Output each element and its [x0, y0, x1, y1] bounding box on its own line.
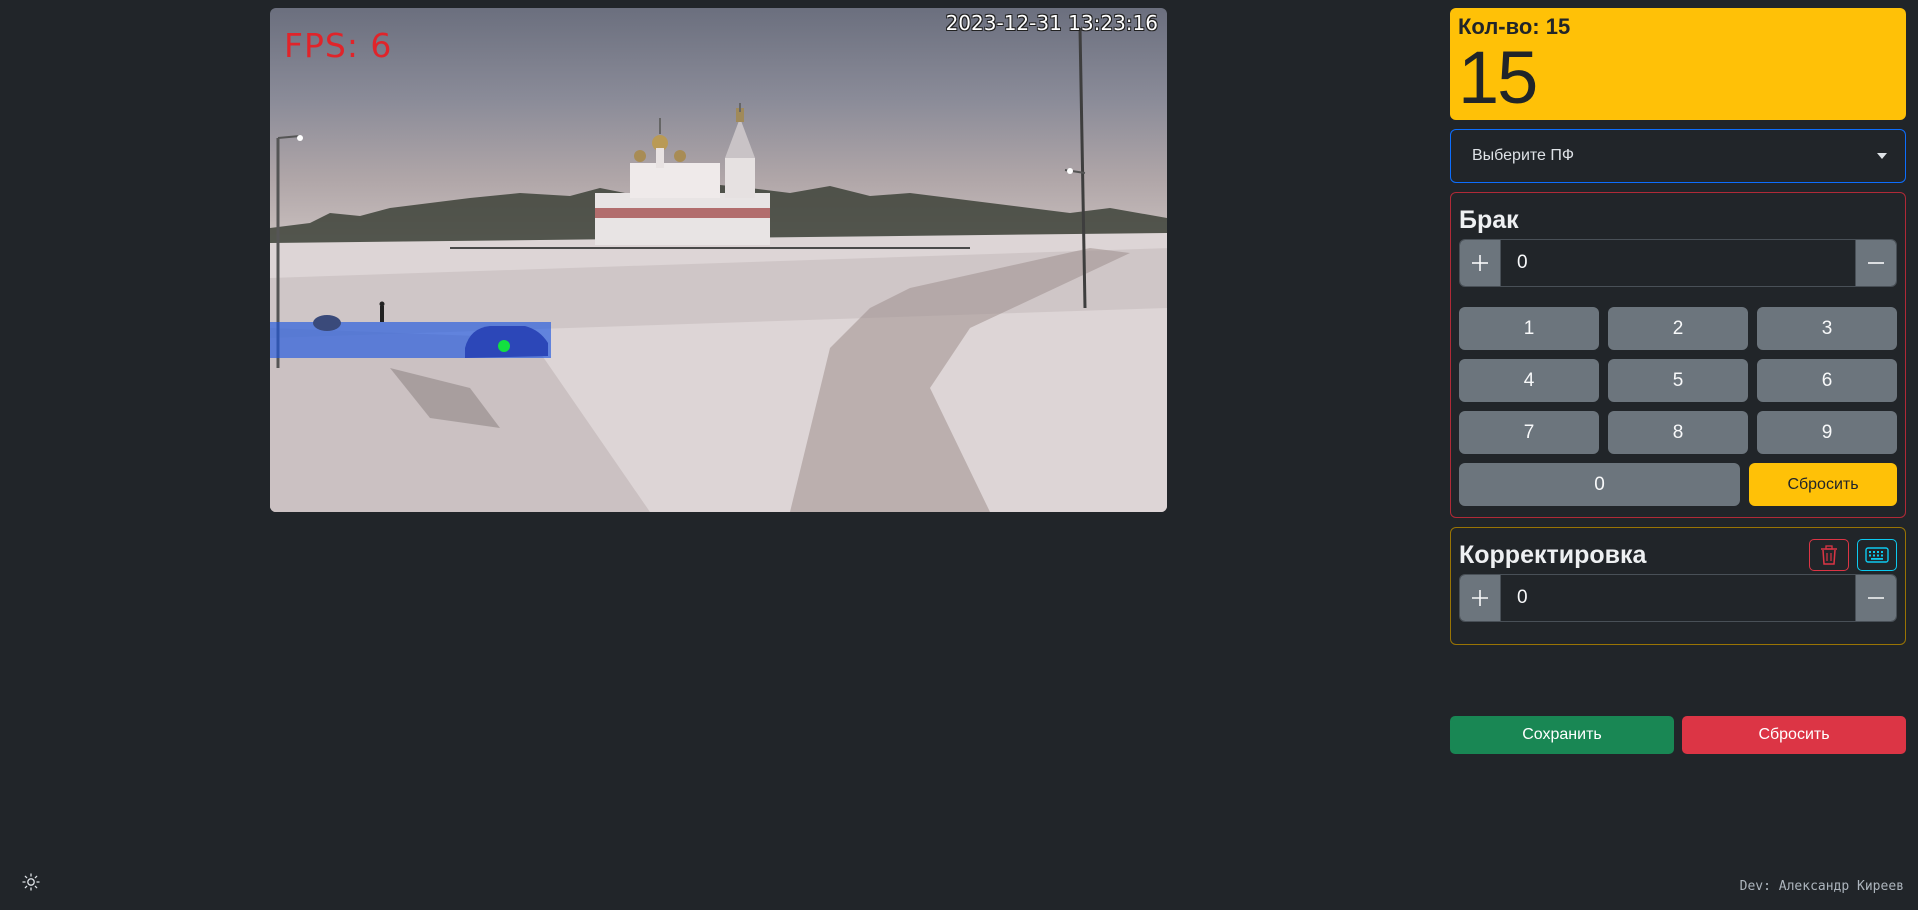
- camera-scene: [270, 27, 1167, 512]
- defect-increment-button[interactable]: [1460, 240, 1500, 286]
- chevron-down-icon: [1877, 153, 1887, 159]
- key-1[interactable]: 1: [1459, 307, 1599, 350]
- key-9[interactable]: 9: [1757, 411, 1897, 454]
- minus-icon: [1868, 262, 1884, 264]
- fps-overlay: FPS: 6: [284, 26, 393, 65]
- save-button[interactable]: Сохранить: [1450, 716, 1674, 754]
- defect-title: Брак: [1459, 205, 1519, 234]
- defect-value-input[interactable]: 0: [1500, 240, 1856, 286]
- key-8[interactable]: 8: [1608, 411, 1748, 454]
- correction-title: Корректировка: [1459, 540, 1647, 569]
- key-3[interactable]: 3: [1757, 307, 1897, 350]
- trash-icon: [1821, 545, 1837, 565]
- key-0[interactable]: 0: [1459, 463, 1740, 506]
- control-panel: Кол-во: 15 15 Выберите ПФ Брак 0 1 2 3 4…: [1450, 8, 1906, 645]
- keyboard-button[interactable]: [1857, 539, 1897, 571]
- key-6[interactable]: 6: [1757, 359, 1897, 402]
- keypad-reset-button[interactable]: Сбросить: [1749, 463, 1897, 506]
- correction-increment-button[interactable]: [1460, 575, 1500, 621]
- camera-timestamp: 2023-12-31 13:23:16: [945, 11, 1158, 35]
- plus-icon: [1472, 255, 1488, 271]
- form-actions: Сохранить Сбросить: [1450, 716, 1906, 754]
- correction-section: Корректировка 0: [1450, 527, 1906, 645]
- correction-value-input[interactable]: 0: [1500, 575, 1856, 621]
- correction-decrement-button[interactable]: [1856, 575, 1896, 621]
- pf-select[interactable]: Выберите ПФ: [1450, 129, 1906, 183]
- count-card: Кол-во: 15 15: [1450, 8, 1906, 120]
- pf-select-value: Выберите ПФ: [1472, 147, 1575, 164]
- keypad: 1 2 3 4 5 6 7 8 9: [1459, 307, 1897, 454]
- defect-stepper: 0: [1459, 239, 1897, 287]
- theme-toggle-button[interactable]: [22, 873, 40, 891]
- key-4[interactable]: 4: [1459, 359, 1599, 402]
- key-5[interactable]: 5: [1608, 359, 1748, 402]
- key-2[interactable]: 2: [1608, 307, 1748, 350]
- keyboard-icon: [1865, 547, 1889, 563]
- count-value: 15: [1458, 36, 1538, 119]
- delete-button[interactable]: [1809, 539, 1849, 571]
- camera-feed: FPS: 6 2023-12-31 13:23:16: [270, 8, 1167, 512]
- correction-stepper: 0: [1459, 574, 1897, 622]
- sun-icon: [22, 873, 40, 891]
- defect-section: Брак 0 1 2 3 4 5 6 7 8 9 0 Сбросить: [1450, 192, 1906, 518]
- plus-icon: [1472, 590, 1488, 606]
- developer-credit: Dev: Александр Киреев: [1739, 879, 1904, 894]
- minus-icon: [1868, 597, 1884, 599]
- defect-decrement-button[interactable]: [1856, 240, 1896, 286]
- reset-button[interactable]: Сбросить: [1682, 716, 1906, 754]
- key-7[interactable]: 7: [1459, 411, 1599, 454]
